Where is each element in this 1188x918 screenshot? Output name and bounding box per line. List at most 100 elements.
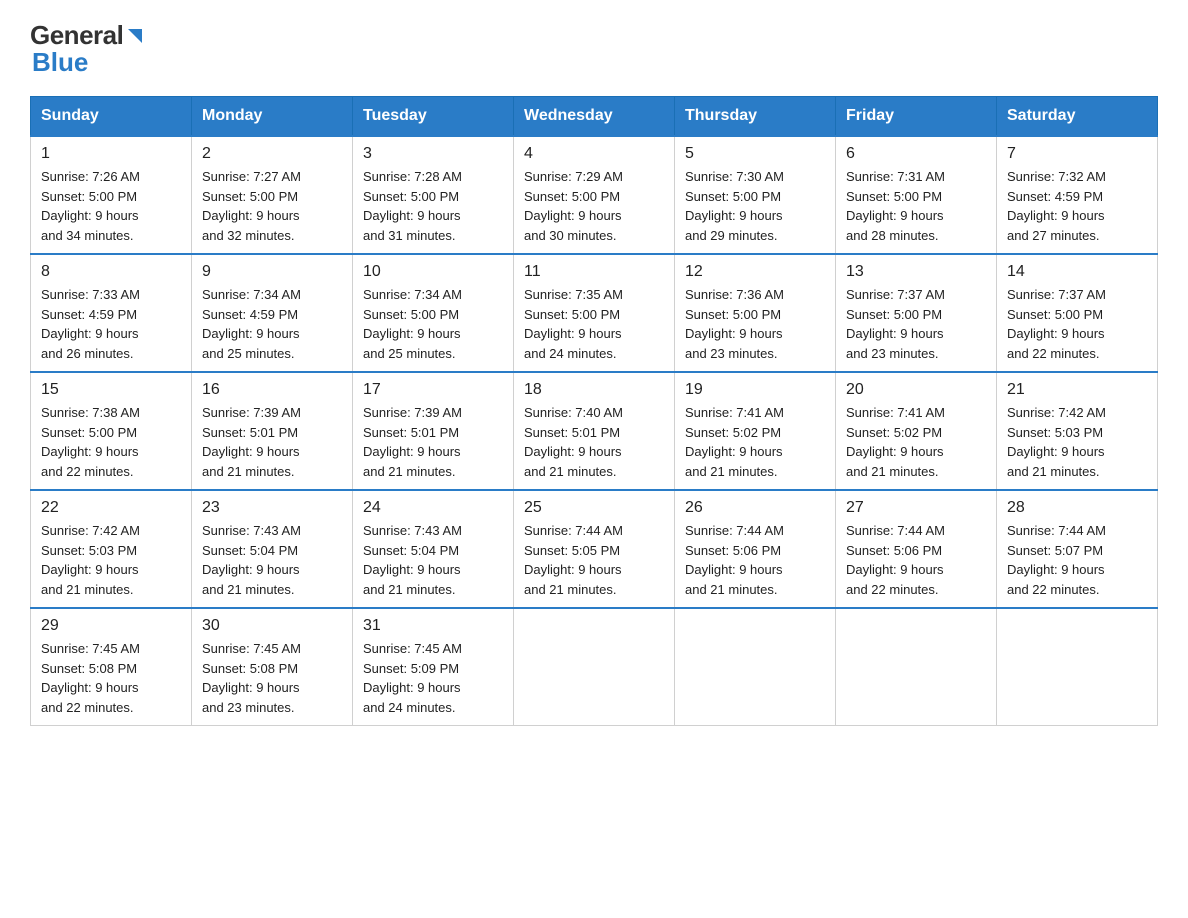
week-row: 8 Sunrise: 7:33 AM Sunset: 4:59 PM Dayli… — [31, 254, 1158, 372]
day-of-week-header: Friday — [836, 97, 997, 137]
day-info: Sunrise: 7:29 AM Sunset: 5:00 PM Dayligh… — [524, 167, 664, 245]
calendar-cell: 4 Sunrise: 7:29 AM Sunset: 5:00 PM Dayli… — [514, 136, 675, 254]
logo: General Blue — [30, 20, 146, 78]
day-info: Sunrise: 7:37 AM Sunset: 5:00 PM Dayligh… — [1007, 285, 1147, 363]
calendar-cell: 10 Sunrise: 7:34 AM Sunset: 5:00 PM Dayl… — [353, 254, 514, 372]
logo-blue-text: Blue — [32, 47, 88, 78]
day-number: 17 — [363, 381, 503, 399]
day-info: Sunrise: 7:45 AM Sunset: 5:08 PM Dayligh… — [41, 639, 181, 717]
calendar-cell: 16 Sunrise: 7:39 AM Sunset: 5:01 PM Dayl… — [192, 372, 353, 490]
day-number: 13 — [846, 263, 986, 281]
day-of-week-header: Tuesday — [353, 97, 514, 137]
day-info: Sunrise: 7:35 AM Sunset: 5:00 PM Dayligh… — [524, 285, 664, 363]
calendar-cell: 7 Sunrise: 7:32 AM Sunset: 4:59 PM Dayli… — [997, 136, 1158, 254]
day-of-week-header: Saturday — [997, 97, 1158, 137]
page-header: General Blue — [30, 20, 1158, 78]
day-info: Sunrise: 7:33 AM Sunset: 4:59 PM Dayligh… — [41, 285, 181, 363]
week-row: 22 Sunrise: 7:42 AM Sunset: 5:03 PM Dayl… — [31, 490, 1158, 608]
day-info: Sunrise: 7:44 AM Sunset: 5:06 PM Dayligh… — [685, 521, 825, 599]
day-info: Sunrise: 7:42 AM Sunset: 5:03 PM Dayligh… — [41, 521, 181, 599]
day-info: Sunrise: 7:36 AM Sunset: 5:00 PM Dayligh… — [685, 285, 825, 363]
calendar-cell — [675, 608, 836, 726]
day-number: 5 — [685, 145, 825, 163]
day-number: 23 — [202, 499, 342, 517]
day-info: Sunrise: 7:39 AM Sunset: 5:01 PM Dayligh… — [202, 403, 342, 481]
day-number: 24 — [363, 499, 503, 517]
calendar-cell: 23 Sunrise: 7:43 AM Sunset: 5:04 PM Dayl… — [192, 490, 353, 608]
day-number: 27 — [846, 499, 986, 517]
day-number: 28 — [1007, 499, 1147, 517]
day-number: 15 — [41, 381, 181, 399]
day-number: 1 — [41, 145, 181, 163]
calendar-cell: 2 Sunrise: 7:27 AM Sunset: 5:00 PM Dayli… — [192, 136, 353, 254]
calendar-cell: 1 Sunrise: 7:26 AM Sunset: 5:00 PM Dayli… — [31, 136, 192, 254]
day-info: Sunrise: 7:31 AM Sunset: 5:00 PM Dayligh… — [846, 167, 986, 245]
day-info: Sunrise: 7:32 AM Sunset: 4:59 PM Dayligh… — [1007, 167, 1147, 245]
day-info: Sunrise: 7:44 AM Sunset: 5:05 PM Dayligh… — [524, 521, 664, 599]
calendar-cell: 8 Sunrise: 7:33 AM Sunset: 4:59 PM Dayli… — [31, 254, 192, 372]
day-number: 21 — [1007, 381, 1147, 399]
day-number: 6 — [846, 145, 986, 163]
day-info: Sunrise: 7:41 AM Sunset: 5:02 PM Dayligh… — [685, 403, 825, 481]
day-info: Sunrise: 7:43 AM Sunset: 5:04 PM Dayligh… — [202, 521, 342, 599]
day-info: Sunrise: 7:43 AM Sunset: 5:04 PM Dayligh… — [363, 521, 503, 599]
day-number: 8 — [41, 263, 181, 281]
day-info: Sunrise: 7:27 AM Sunset: 5:00 PM Dayligh… — [202, 167, 342, 245]
calendar-cell — [997, 608, 1158, 726]
day-number: 26 — [685, 499, 825, 517]
calendar-cell: 21 Sunrise: 7:42 AM Sunset: 5:03 PM Dayl… — [997, 372, 1158, 490]
day-info: Sunrise: 7:38 AM Sunset: 5:00 PM Dayligh… — [41, 403, 181, 481]
calendar-cell: 14 Sunrise: 7:37 AM Sunset: 5:00 PM Dayl… — [997, 254, 1158, 372]
day-number: 4 — [524, 145, 664, 163]
day-of-week-header: Monday — [192, 97, 353, 137]
day-of-week-header: Sunday — [31, 97, 192, 137]
calendar-cell: 24 Sunrise: 7:43 AM Sunset: 5:04 PM Dayl… — [353, 490, 514, 608]
calendar-cell: 19 Sunrise: 7:41 AM Sunset: 5:02 PM Dayl… — [675, 372, 836, 490]
day-info: Sunrise: 7:44 AM Sunset: 5:06 PM Dayligh… — [846, 521, 986, 599]
calendar-cell: 3 Sunrise: 7:28 AM Sunset: 5:00 PM Dayli… — [353, 136, 514, 254]
day-number: 16 — [202, 381, 342, 399]
day-number: 20 — [846, 381, 986, 399]
day-info: Sunrise: 7:42 AM Sunset: 5:03 PM Dayligh… — [1007, 403, 1147, 481]
calendar-cell — [514, 608, 675, 726]
day-info: Sunrise: 7:44 AM Sunset: 5:07 PM Dayligh… — [1007, 521, 1147, 599]
day-info: Sunrise: 7:26 AM Sunset: 5:00 PM Dayligh… — [41, 167, 181, 245]
days-of-week-row: SundayMondayTuesdayWednesdayThursdayFrid… — [31, 97, 1158, 137]
day-info: Sunrise: 7:28 AM Sunset: 5:00 PM Dayligh… — [363, 167, 503, 245]
day-info: Sunrise: 7:34 AM Sunset: 4:59 PM Dayligh… — [202, 285, 342, 363]
calendar-table: SundayMondayTuesdayWednesdayThursdayFrid… — [30, 96, 1158, 726]
day-number: 31 — [363, 617, 503, 635]
week-row: 29 Sunrise: 7:45 AM Sunset: 5:08 PM Dayl… — [31, 608, 1158, 726]
day-info: Sunrise: 7:45 AM Sunset: 5:09 PM Dayligh… — [363, 639, 503, 717]
calendar-cell: 26 Sunrise: 7:44 AM Sunset: 5:06 PM Dayl… — [675, 490, 836, 608]
calendar-cell: 31 Sunrise: 7:45 AM Sunset: 5:09 PM Dayl… — [353, 608, 514, 726]
week-row: 15 Sunrise: 7:38 AM Sunset: 5:00 PM Dayl… — [31, 372, 1158, 490]
day-number: 29 — [41, 617, 181, 635]
day-number: 2 — [202, 145, 342, 163]
calendar-cell: 20 Sunrise: 7:41 AM Sunset: 5:02 PM Dayl… — [836, 372, 997, 490]
day-info: Sunrise: 7:39 AM Sunset: 5:01 PM Dayligh… — [363, 403, 503, 481]
day-info: Sunrise: 7:34 AM Sunset: 5:00 PM Dayligh… — [363, 285, 503, 363]
week-row: 1 Sunrise: 7:26 AM Sunset: 5:00 PM Dayli… — [31, 136, 1158, 254]
calendar-cell: 27 Sunrise: 7:44 AM Sunset: 5:06 PM Dayl… — [836, 490, 997, 608]
day-number: 18 — [524, 381, 664, 399]
day-of-week-header: Wednesday — [514, 97, 675, 137]
day-info: Sunrise: 7:30 AM Sunset: 5:00 PM Dayligh… — [685, 167, 825, 245]
calendar-cell: 15 Sunrise: 7:38 AM Sunset: 5:00 PM Dayl… — [31, 372, 192, 490]
day-number: 11 — [524, 263, 664, 281]
day-number: 30 — [202, 617, 342, 635]
day-number: 14 — [1007, 263, 1147, 281]
day-number: 19 — [685, 381, 825, 399]
day-number: 10 — [363, 263, 503, 281]
calendar-cell: 9 Sunrise: 7:34 AM Sunset: 4:59 PM Dayli… — [192, 254, 353, 372]
calendar-cell: 29 Sunrise: 7:45 AM Sunset: 5:08 PM Dayl… — [31, 608, 192, 726]
day-of-week-header: Thursday — [675, 97, 836, 137]
day-number: 9 — [202, 263, 342, 281]
day-number: 25 — [524, 499, 664, 517]
calendar-cell: 18 Sunrise: 7:40 AM Sunset: 5:01 PM Dayl… — [514, 372, 675, 490]
day-number: 22 — [41, 499, 181, 517]
calendar-cell: 11 Sunrise: 7:35 AM Sunset: 5:00 PM Dayl… — [514, 254, 675, 372]
calendar-cell: 17 Sunrise: 7:39 AM Sunset: 5:01 PM Dayl… — [353, 372, 514, 490]
calendar-cell: 28 Sunrise: 7:44 AM Sunset: 5:07 PM Dayl… — [997, 490, 1158, 608]
day-number: 3 — [363, 145, 503, 163]
